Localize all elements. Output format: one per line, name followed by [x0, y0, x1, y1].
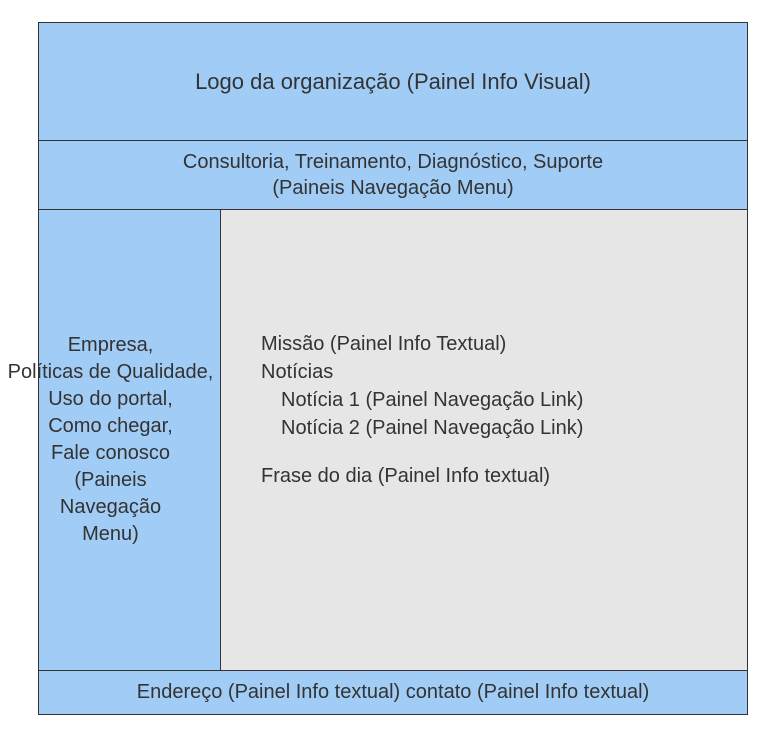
top-navigation[interactable]: Consultoria, Treinamento, Diagnóstico, S…	[39, 141, 747, 210]
topnav-caption: (Paineis Navegação Menu)	[49, 175, 737, 201]
header-panel: Logo da organização (Painel Info Visual)	[39, 23, 747, 141]
missao-text: Missão (Painel Info Textual)	[261, 330, 727, 358]
footer-text: Endereço (Painel Info textual) contato (…	[137, 681, 650, 703]
sidebar-line: Empresa,	[1, 332, 220, 359]
sidebar-caption: (Paineis	[1, 467, 220, 494]
noticia-link-1[interactable]: Notícia 1 (Painel Navegação Link)	[261, 386, 727, 414]
sidebar-line: Como chegar,	[1, 413, 220, 440]
middle-row: Empresa, Políticas de Qualidade, Uso do …	[39, 210, 747, 670]
sidebar-caption: Menu)	[1, 521, 220, 548]
sidebar-navigation[interactable]: Empresa, Políticas de Qualidade, Uso do …	[39, 210, 221, 670]
sidebar-line: Políticas de Qualidade,	[1, 359, 220, 386]
frase-do-dia: Frase do dia (Painel Info textual)	[261, 462, 727, 490]
footer-panel: Endereço (Painel Info textual) contato (…	[39, 670, 747, 714]
sidebar-line: Fale conosco	[1, 440, 220, 467]
sidebar-line: Uso do portal,	[1, 386, 220, 413]
main-content: Missão (Painel Info Textual) Notícias No…	[221, 210, 747, 670]
noticias-heading: Notícias	[261, 358, 727, 386]
sidebar-caption: Navegação	[1, 494, 220, 521]
wireframe-layout: Logo da organização (Painel Info Visual)…	[38, 22, 748, 715]
noticia-link-2[interactable]: Notícia 2 (Painel Navegação Link)	[261, 414, 727, 442]
logo-text: Logo da organização (Painel Info Visual)	[195, 69, 591, 95]
sidebar-content: Empresa, Políticas de Qualidade, Uso do …	[1, 332, 220, 548]
spacer	[261, 442, 727, 462]
topnav-items: Consultoria, Treinamento, Diagnóstico, S…	[49, 149, 737, 175]
